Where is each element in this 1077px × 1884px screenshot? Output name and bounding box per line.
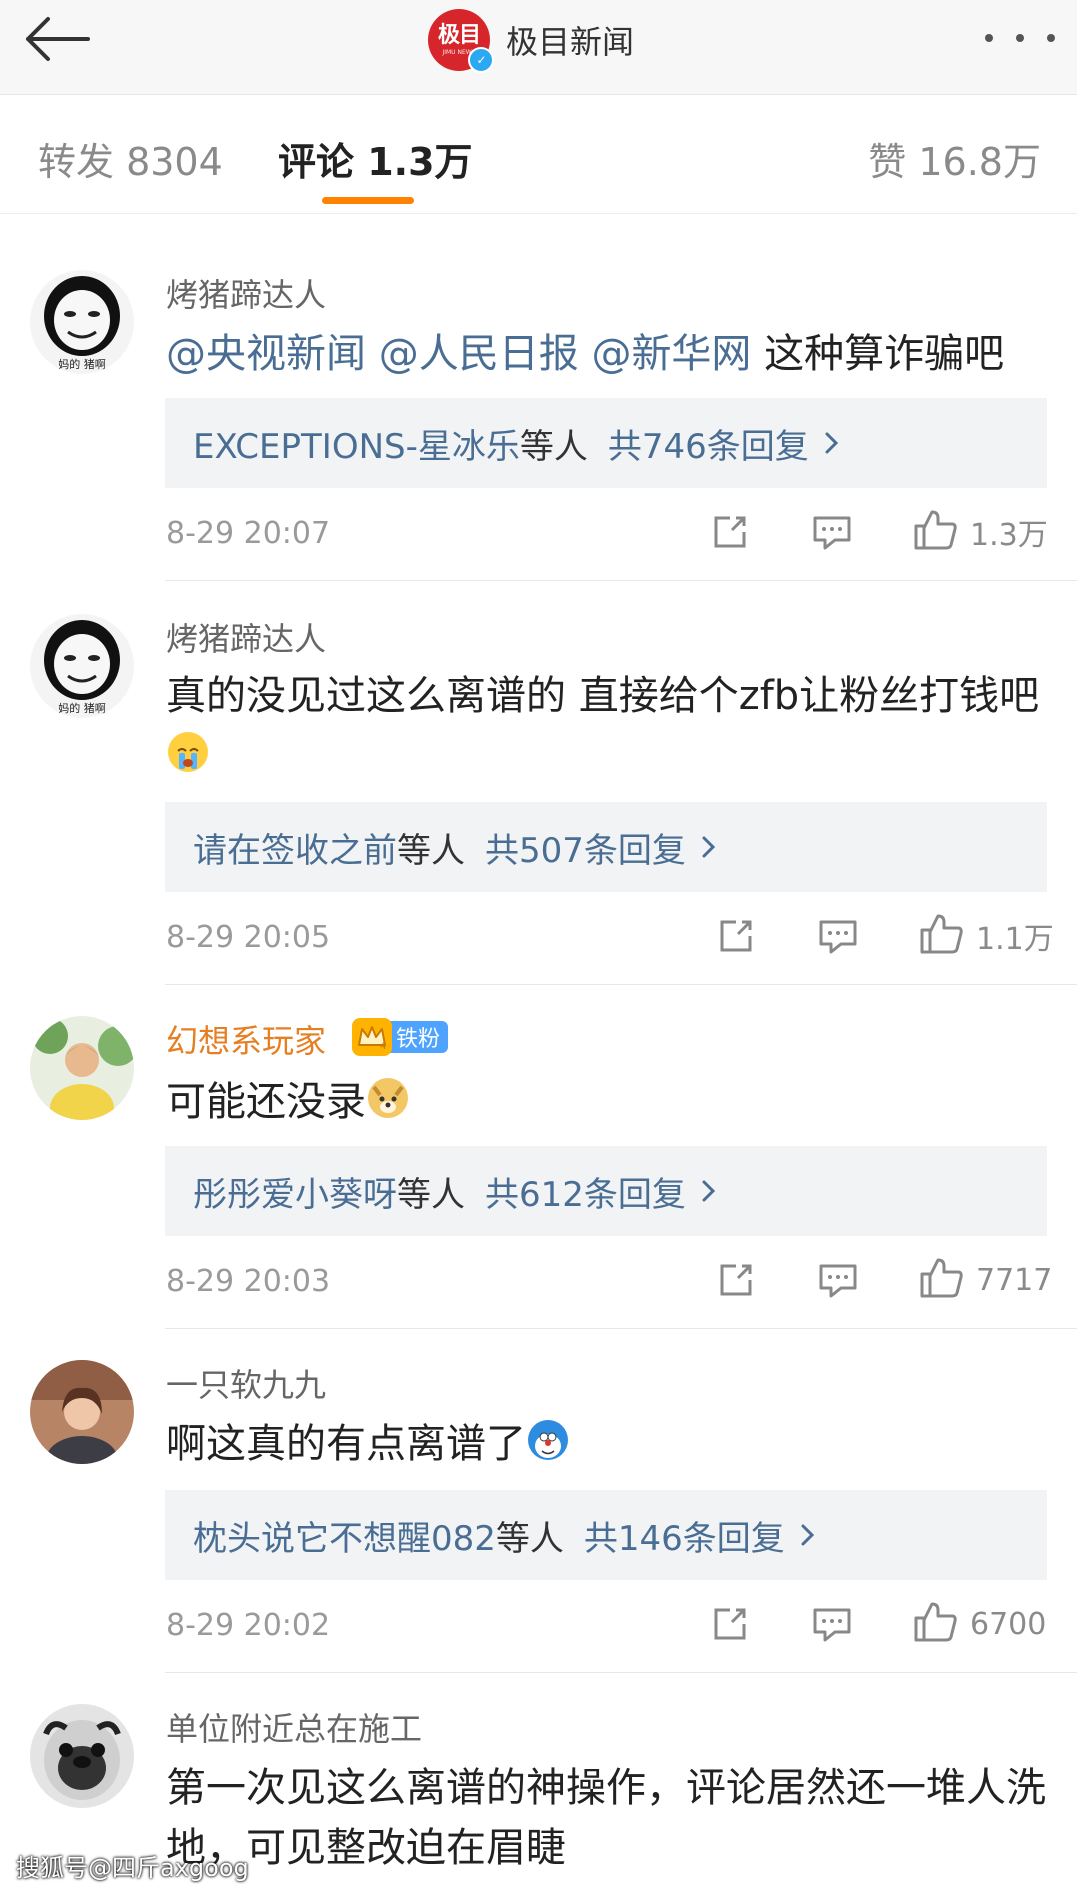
back-arrow-icon[interactable] <box>20 8 94 70</box>
reply-author: 枕头说它不想醒082 <box>193 1518 496 1559</box>
chevron-right-icon <box>801 1524 815 1546</box>
replies-summary[interactable]: 枕头说它不想醒082 等人 共146条回复 <box>165 1490 1047 1580</box>
divider <box>165 580 1077 581</box>
comment-username[interactable]: 一只软九九 <box>166 1360 326 1406</box>
comment-username[interactable]: 幻想系玩家 <box>166 1016 326 1062</box>
active-tab-indicator <box>322 197 414 204</box>
reply-icon[interactable] <box>810 510 854 554</box>
crown-icon: 4 <box>352 1018 392 1056</box>
svg-text:4: 4 <box>380 1041 386 1051</box>
fan-badge: 4 铁粉 <box>352 1018 449 1056</box>
tab-comments[interactable]: 评论 1.3万 <box>278 131 473 186</box>
watermark: 搜狐号@四斤axgoog <box>16 1854 249 1882</box>
comment-text: 啊这真的有点离谱了 <box>166 1414 1046 1474</box>
comment-text: @央视新闻 @人民日报 @新华网 这种算诈骗吧 <box>166 331 1005 377</box>
svg-text:妈的 猪啊: 妈的 猪啊 <box>58 701 106 715</box>
crying-emoji-icon <box>168 732 208 772</box>
like-button[interactable]: 7717 <box>918 1256 1052 1304</box>
like-count: 1.3万 <box>970 518 1048 553</box>
replies-summary[interactable]: EXCEPTIONS-星冰乐 等人 共746条回复 <box>165 398 1047 488</box>
like-button[interactable]: 6700 <box>912 1600 1046 1648</box>
thumbs-up-icon <box>918 1256 964 1304</box>
share-icon[interactable] <box>708 510 752 554</box>
comment-text: 可能还没录 <box>166 1072 1046 1132</box>
reply-icon[interactable] <box>816 914 860 958</box>
reply-author: EXCEPTIONS-星冰乐 <box>193 426 520 467</box>
like-button[interactable]: 1.1万 <box>918 912 1054 960</box>
chevron-right-icon <box>825 432 839 454</box>
account-logo: 极目 JIMU NEWS ✓ <box>428 9 494 73</box>
avatar[interactable]: 妈的 猪啊 <box>30 270 134 374</box>
replies-summary[interactable]: 请在签收之前 等人 共507条回复 <box>165 802 1047 892</box>
tab-repost[interactable]: 转发 8304 <box>38 131 223 186</box>
reply-icon[interactable] <box>816 1258 860 1302</box>
comment-time: 8-29 20:02 <box>166 1608 331 1643</box>
more-options-icon[interactable] <box>985 22 1055 54</box>
mention-link[interactable]: @央视新闻 <box>166 331 366 377</box>
thumbs-up-icon <box>912 508 958 556</box>
reply-icon[interactable] <box>810 1602 854 1646</box>
comment-text: 第一次见这么离谱的神操作，评论居然还一堆人洗地，可见整改迫在眉睫 <box>166 1765 1046 1871</box>
account-name: 极目新闻 <box>506 23 635 61</box>
avatar[interactable] <box>30 1016 134 1120</box>
share-icon[interactable] <box>708 1602 752 1646</box>
verified-icon: ✓ <box>468 47 494 73</box>
comment-time: 8-29 20:07 <box>166 516 331 551</box>
avatar[interactable]: 妈的 猪啊 <box>30 614 134 718</box>
like-count: 1.1万 <box>976 922 1054 957</box>
fan-badge-label: 铁粉 <box>388 1021 449 1053</box>
divider <box>165 984 1077 985</box>
doge-emoji-icon <box>368 1078 408 1118</box>
divider <box>165 1672 1077 1673</box>
comment-text: 真的没见过这么离谱的 直接给个zfb让粉丝打钱吧 <box>166 666 1046 786</box>
share-icon[interactable] <box>714 914 758 958</box>
like-count: 6700 <box>970 1606 1047 1642</box>
reply-count: 共612条回复 <box>485 1174 686 1215</box>
reply-count: 共507条回复 <box>485 830 686 871</box>
share-icon[interactable] <box>714 1258 758 1302</box>
comment-time: 8-29 20:05 <box>166 920 331 955</box>
thumbs-up-icon <box>918 912 964 960</box>
mention-link[interactable]: @人民日报 <box>379 331 579 377</box>
avatar[interactable] <box>30 1360 134 1464</box>
chevron-right-icon <box>702 1180 716 1202</box>
comment-username[interactable]: 烤猪蹄达人 <box>166 614 326 660</box>
reply-count: 共146条回复 <box>583 1518 785 1559</box>
comment-username[interactable]: 烤猪蹄达人 <box>166 270 326 316</box>
account-header[interactable]: 极目 JIMU NEWS ✓ 极目新闻 <box>428 8 635 73</box>
mention-link[interactable]: @新华网 <box>591 331 751 377</box>
chevron-right-icon <box>702 836 716 858</box>
reply-author: 彤彤爱小葵呀 <box>193 1174 397 1215</box>
tab-bar: 转发 8304 评论 1.3万 赞 16.8万 <box>0 95 1077 214</box>
tab-likes[interactable]: 赞 16.8万 <box>868 131 1041 186</box>
thumbs-up-icon <box>912 1600 958 1648</box>
divider <box>165 1328 1077 1329</box>
doraemon-emoji-icon <box>528 1420 568 1460</box>
comment-time: 8-29 20:03 <box>166 1264 331 1299</box>
replies-summary[interactable]: 彤彤爱小葵呀 等人 共612条回复 <box>165 1146 1047 1236</box>
avatar[interactable] <box>30 1704 134 1808</box>
like-button[interactable]: 1.3万 <box>912 508 1048 556</box>
comment-username[interactable]: 单位附近总在施工 <box>166 1704 422 1750</box>
reply-count: 共746条回复 <box>607 426 809 467</box>
svg-text:妈的 猪啊: 妈的 猪啊 <box>58 357 106 371</box>
top-bar: 极目 JIMU NEWS ✓ 极目新闻 <box>0 0 1077 95</box>
reply-author: 请在签收之前 <box>193 830 397 871</box>
like-count: 7717 <box>976 1262 1053 1298</box>
